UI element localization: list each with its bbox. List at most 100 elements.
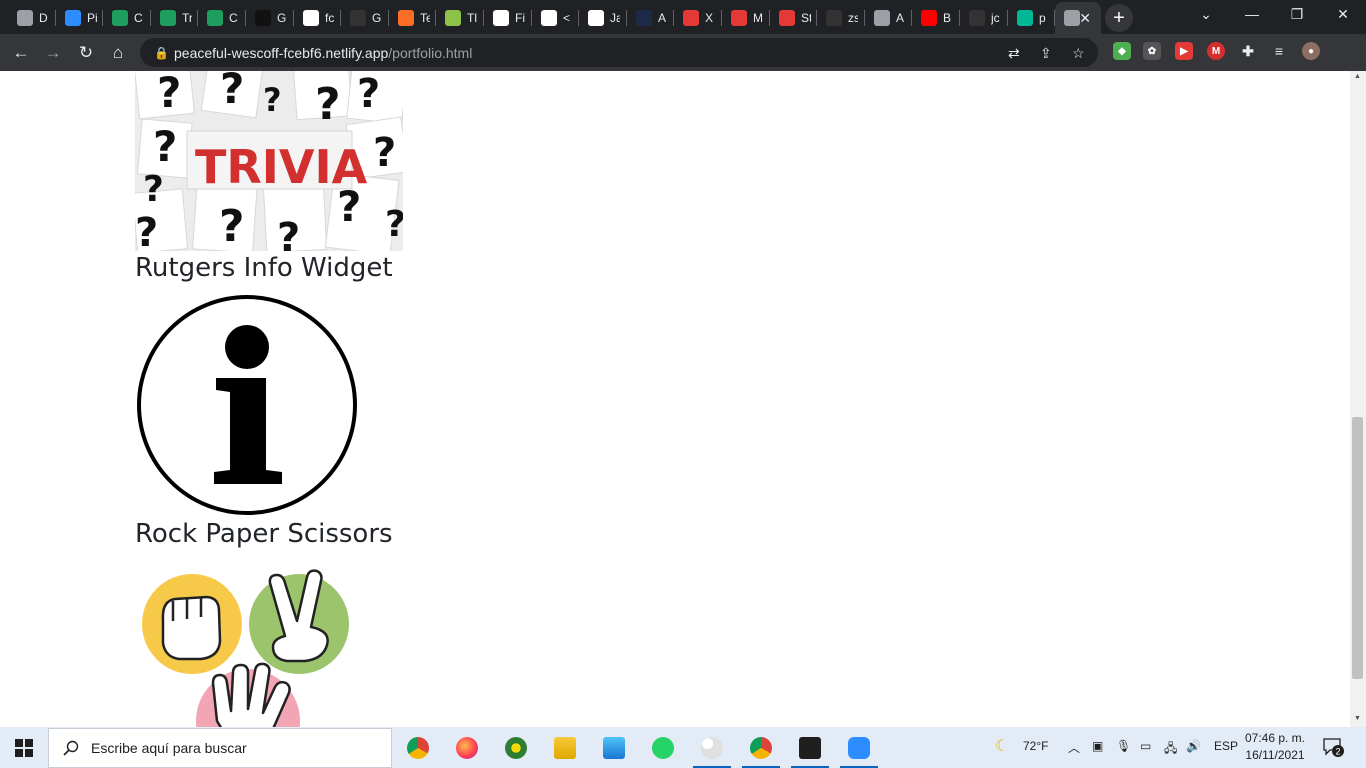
taskbar-app-button[interactable] bbox=[640, 727, 686, 768]
scroll-down-arrow-icon[interactable]: ▼ bbox=[1354, 715, 1361, 722]
gitlab-icon bbox=[398, 10, 414, 26]
close-tab-icon[interactable]: ✕ bbox=[1079, 10, 1091, 27]
network-icon[interactable]: 🖧 bbox=[1164, 739, 1177, 760]
browser-tab[interactable]: G bbox=[341, 4, 387, 32]
scroll-up-arrow-icon[interactable]: ▲ bbox=[1354, 73, 1361, 80]
zoom-icon bbox=[65, 10, 81, 26]
browser-tab[interactable]: M bbox=[722, 4, 768, 32]
show-hidden-icons-chevron-icon[interactable]: ︿ bbox=[1068, 739, 1080, 756]
tab-title: p bbox=[1039, 11, 1046, 25]
browser-tab[interactable]: Tr bbox=[151, 4, 197, 32]
svg-text:?: ? bbox=[385, 204, 403, 245]
taskbar-app-button[interactable] bbox=[787, 727, 833, 768]
browser-tab[interactable]: < bbox=[532, 4, 578, 32]
svg-text:?: ? bbox=[315, 79, 341, 130]
browser-tab[interactable]: Ja bbox=[579, 4, 625, 32]
windows-logo-icon bbox=[15, 738, 33, 757]
notification-center-icon[interactable]: 2 bbox=[1322, 737, 1344, 757]
tab-title: Ja bbox=[610, 11, 620, 25]
youtube-icon bbox=[921, 10, 937, 26]
browser-tab[interactable]: Pi bbox=[56, 4, 102, 32]
browser-tab[interactable]: C bbox=[198, 4, 244, 32]
taskbar-app-button[interactable] bbox=[591, 727, 637, 768]
tab-title: Tr bbox=[182, 11, 192, 25]
taskbar-clock[interactable]: 07:46 p. m. 16/11/2021 bbox=[1240, 730, 1310, 764]
share-icon[interactable]: ⇪ bbox=[1040, 45, 1052, 62]
browser-tab[interactable]: St bbox=[770, 4, 816, 32]
taskbar-app-button[interactable] bbox=[542, 727, 588, 768]
browser-tab[interactable]: zs bbox=[817, 4, 863, 32]
extension-icon[interactable]: ✿ bbox=[1143, 42, 1161, 60]
trivia-illustration: ? ? ? ? ? ? ? ? ? ? ? ? ? TRIVIA bbox=[135, 71, 403, 251]
bookmark-star-icon[interactable]: ☆ bbox=[1072, 45, 1085, 62]
svg-text:?: ? bbox=[135, 210, 158, 251]
translate-icon[interactable]: ⇄ bbox=[1008, 45, 1020, 62]
taskbar-app-button[interactable] bbox=[444, 727, 490, 768]
microphone-icon[interactable]: 🎙 bbox=[1116, 739, 1131, 753]
info-icon[interactable] bbox=[136, 294, 358, 516]
browser-tab[interactable]: Fi bbox=[484, 4, 530, 32]
page-scrollbar[interactable]: ▲ ▼ bbox=[1350, 71, 1366, 727]
reading-list-icon[interactable]: ≡ bbox=[1270, 42, 1288, 60]
maximize-button[interactable]: ❐ bbox=[1277, 6, 1317, 23]
volume-icon[interactable]: 🔊 bbox=[1186, 739, 1201, 753]
browser-tab[interactable]: jc bbox=[960, 4, 1006, 32]
back-button[interactable]: ← bbox=[9, 41, 33, 65]
input-language[interactable]: ESP bbox=[1214, 739, 1238, 753]
taskbar-app-button[interactable] bbox=[836, 727, 882, 768]
zoom-icon bbox=[848, 736, 870, 759]
browser-tab[interactable]: A bbox=[865, 4, 911, 32]
reload-button[interactable]: ↻ bbox=[74, 41, 98, 65]
browser-tab[interactable]: D bbox=[8, 4, 54, 32]
browser-tab[interactable]: B bbox=[912, 4, 958, 32]
camera-icon[interactable]: ▣ bbox=[1092, 739, 1103, 753]
leaf-icon bbox=[445, 10, 461, 26]
browser-tab[interactable]: A bbox=[627, 4, 673, 32]
address-bar[interactable]: 🔒 peaceful-wescoff-fcebf6.netlify.app/po… bbox=[140, 38, 1098, 67]
rock-paper-scissors-image[interactable] bbox=[135, 561, 355, 727]
browser-tab[interactable]: X bbox=[674, 4, 720, 32]
browser-tab[interactable]: C bbox=[103, 4, 149, 32]
profile-avatar[interactable]: ● bbox=[1302, 42, 1320, 60]
home-button[interactable]: ⌂ bbox=[106, 41, 130, 65]
project-title-rutgers: Rutgers Info Widget bbox=[135, 253, 393, 283]
taskbar-app-button[interactable] bbox=[689, 727, 735, 768]
tab-search-chevron-icon[interactable]: ⌄ bbox=[1186, 6, 1226, 23]
weather-temperature[interactable]: 72°F bbox=[1023, 739, 1048, 753]
minimize-button[interactable]: — bbox=[1232, 6, 1272, 22]
new-tab-button[interactable]: + bbox=[1105, 4, 1133, 32]
scrollbar-thumb[interactable] bbox=[1352, 417, 1363, 679]
url-text[interactable]: peaceful-wescoff-fcebf6.netlify.app/port… bbox=[174, 45, 472, 61]
extension-icon[interactable]: M bbox=[1207, 42, 1225, 60]
puzzle-icon[interactable]: ✚ bbox=[1239, 42, 1257, 60]
svg-text:?: ? bbox=[263, 81, 282, 119]
browser-tab[interactable]: Tl bbox=[436, 4, 482, 32]
tab-title: < bbox=[563, 11, 571, 25]
browser-tab[interactable]: G bbox=[246, 4, 292, 32]
taskbar-app-button[interactable] bbox=[738, 727, 784, 768]
speech-icon bbox=[303, 10, 319, 26]
calendar-icon bbox=[779, 10, 795, 26]
browser-tab[interactable]: p bbox=[1008, 4, 1054, 32]
extension-icon[interactable]: ◆ bbox=[1113, 42, 1131, 60]
start-button[interactable] bbox=[0, 727, 48, 768]
browser-tab[interactable]: ✕ bbox=[1055, 2, 1101, 34]
globe-app-icon bbox=[505, 736, 527, 759]
terminal-icon bbox=[799, 736, 821, 759]
weather-moon-icon[interactable]: ☾ bbox=[995, 736, 1009, 756]
github-icon bbox=[826, 10, 842, 26]
lock-icon[interactable]: 🔒 bbox=[154, 46, 169, 60]
taskbar-search-box[interactable]: Escribe aquí para buscar bbox=[48, 728, 392, 768]
extension-icon[interactable]: ▶ bbox=[1175, 42, 1193, 60]
taskbar-app-button[interactable] bbox=[493, 727, 539, 768]
battery-icon[interactable]: ▭ bbox=[1140, 739, 1151, 753]
clock-time: 07:46 p. m. bbox=[1244, 731, 1306, 745]
browser-tab[interactable]: Te bbox=[389, 4, 435, 32]
taskbar-app-button[interactable] bbox=[395, 727, 441, 768]
close-window-button[interactable]: ✕ bbox=[1323, 6, 1363, 23]
browser-tab[interactable]: fc bbox=[294, 4, 340, 32]
trivia-project-image[interactable]: ? ? ? ? ? ? ? ? ? ? ? ? ? TRIVIA bbox=[135, 71, 403, 251]
forward-button[interactable]: → bbox=[41, 41, 65, 65]
globe-icon bbox=[1064, 10, 1080, 26]
tab-title: A bbox=[896, 11, 905, 25]
